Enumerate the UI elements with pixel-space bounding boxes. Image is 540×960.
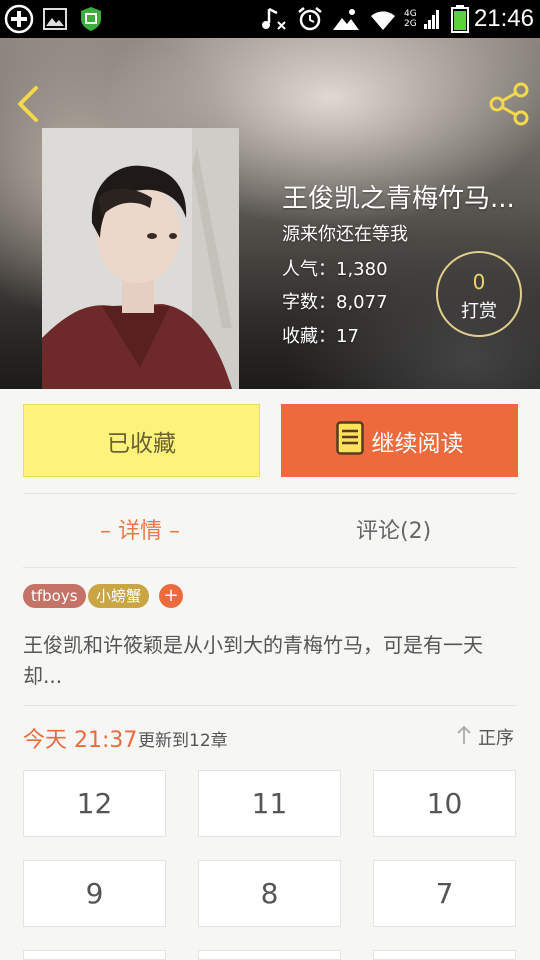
sort-order-label: 正序: [478, 728, 514, 749]
arrow-up-icon: [456, 725, 472, 750]
divider: [23, 705, 517, 706]
chevron-left-icon: [12, 86, 46, 128]
book-header: 王俊凯之青梅竹马... 源来你还在等我 人气：1,380 字数：8,077 收藏…: [0, 38, 540, 389]
book-icon: [335, 420, 364, 461]
continue-reading-button[interactable]: 继续阅读: [281, 404, 518, 477]
divider: [23, 567, 517, 568]
word-count-stat: 字数：8,077: [282, 292, 388, 313]
chapter-button-partial[interactable]: [23, 950, 166, 960]
chapter-button[interactable]: 11: [198, 770, 341, 837]
divider: [23, 493, 517, 494]
chapter-button[interactable]: 7: [373, 860, 516, 927]
favorited-button[interactable]: 已收藏: [23, 404, 260, 477]
cover-portrait-image: [42, 128, 239, 389]
reward-count: 0: [472, 270, 486, 294]
shield-icon: [78, 4, 104, 34]
chapter-button[interactable]: 8: [198, 860, 341, 927]
sort-order-button[interactable]: 正序: [456, 724, 514, 750]
chapter-button[interactable]: 10: [373, 770, 516, 837]
tag-chip[interactable]: 小螃蟹: [88, 584, 150, 608]
music-muted-icon: [260, 4, 288, 34]
book-title: 王俊凯之青梅竹马...: [282, 184, 515, 214]
update-status: 更新到12章: [138, 731, 228, 751]
book-description[interactable]: 王俊凯和许筱颖是从小到大的青梅竹马，可是有一天却...: [23, 630, 517, 692]
favorited-label: 已收藏: [107, 430, 176, 457]
weather-icon: [332, 4, 360, 34]
chapter-button-partial[interactable]: [198, 950, 341, 960]
signal-icon: 4G 2G: [404, 4, 440, 34]
chapter-button[interactable]: 9: [23, 860, 166, 927]
popularity-stat: 人气：1,380: [282, 259, 388, 280]
alarm-icon: [296, 4, 324, 34]
share-button[interactable]: [488, 82, 530, 126]
continue-reading-label: 继续阅读: [371, 430, 464, 457]
tab-detail[interactable]: – 详情 –: [100, 512, 180, 552]
back-button[interactable]: [12, 84, 46, 124]
chapter-button[interactable]: 12: [23, 770, 166, 837]
network-label-2g: 2G: [404, 19, 417, 29]
reward-label: 打赏: [461, 301, 497, 322]
add-tag-button[interactable]: +: [159, 584, 183, 608]
gallery-icon: [42, 4, 68, 34]
share-icon: [488, 82, 530, 130]
tab-comments[interactable]: 评论(2): [356, 512, 431, 552]
update-time: 今天 21:37: [23, 728, 138, 753]
status-time: 21:46: [473, 5, 534, 32]
favorites-stat: 收藏：17: [282, 326, 359, 347]
battery-icon: [450, 4, 470, 34]
book-author[interactable]: 源来你还在等我: [282, 220, 408, 246]
plus-circle-icon: [4, 4, 34, 34]
book-cover[interactable]: [42, 128, 239, 389]
tag-chip[interactable]: tfboys: [23, 584, 86, 608]
reward-button[interactable]: 0 打赏: [436, 251, 522, 337]
chapter-button-partial[interactable]: [373, 950, 516, 960]
status-bar: 4G 2G 21:46: [0, 0, 540, 38]
network-label-4g: 4G: [404, 9, 417, 19]
wifi-icon: [368, 4, 398, 34]
